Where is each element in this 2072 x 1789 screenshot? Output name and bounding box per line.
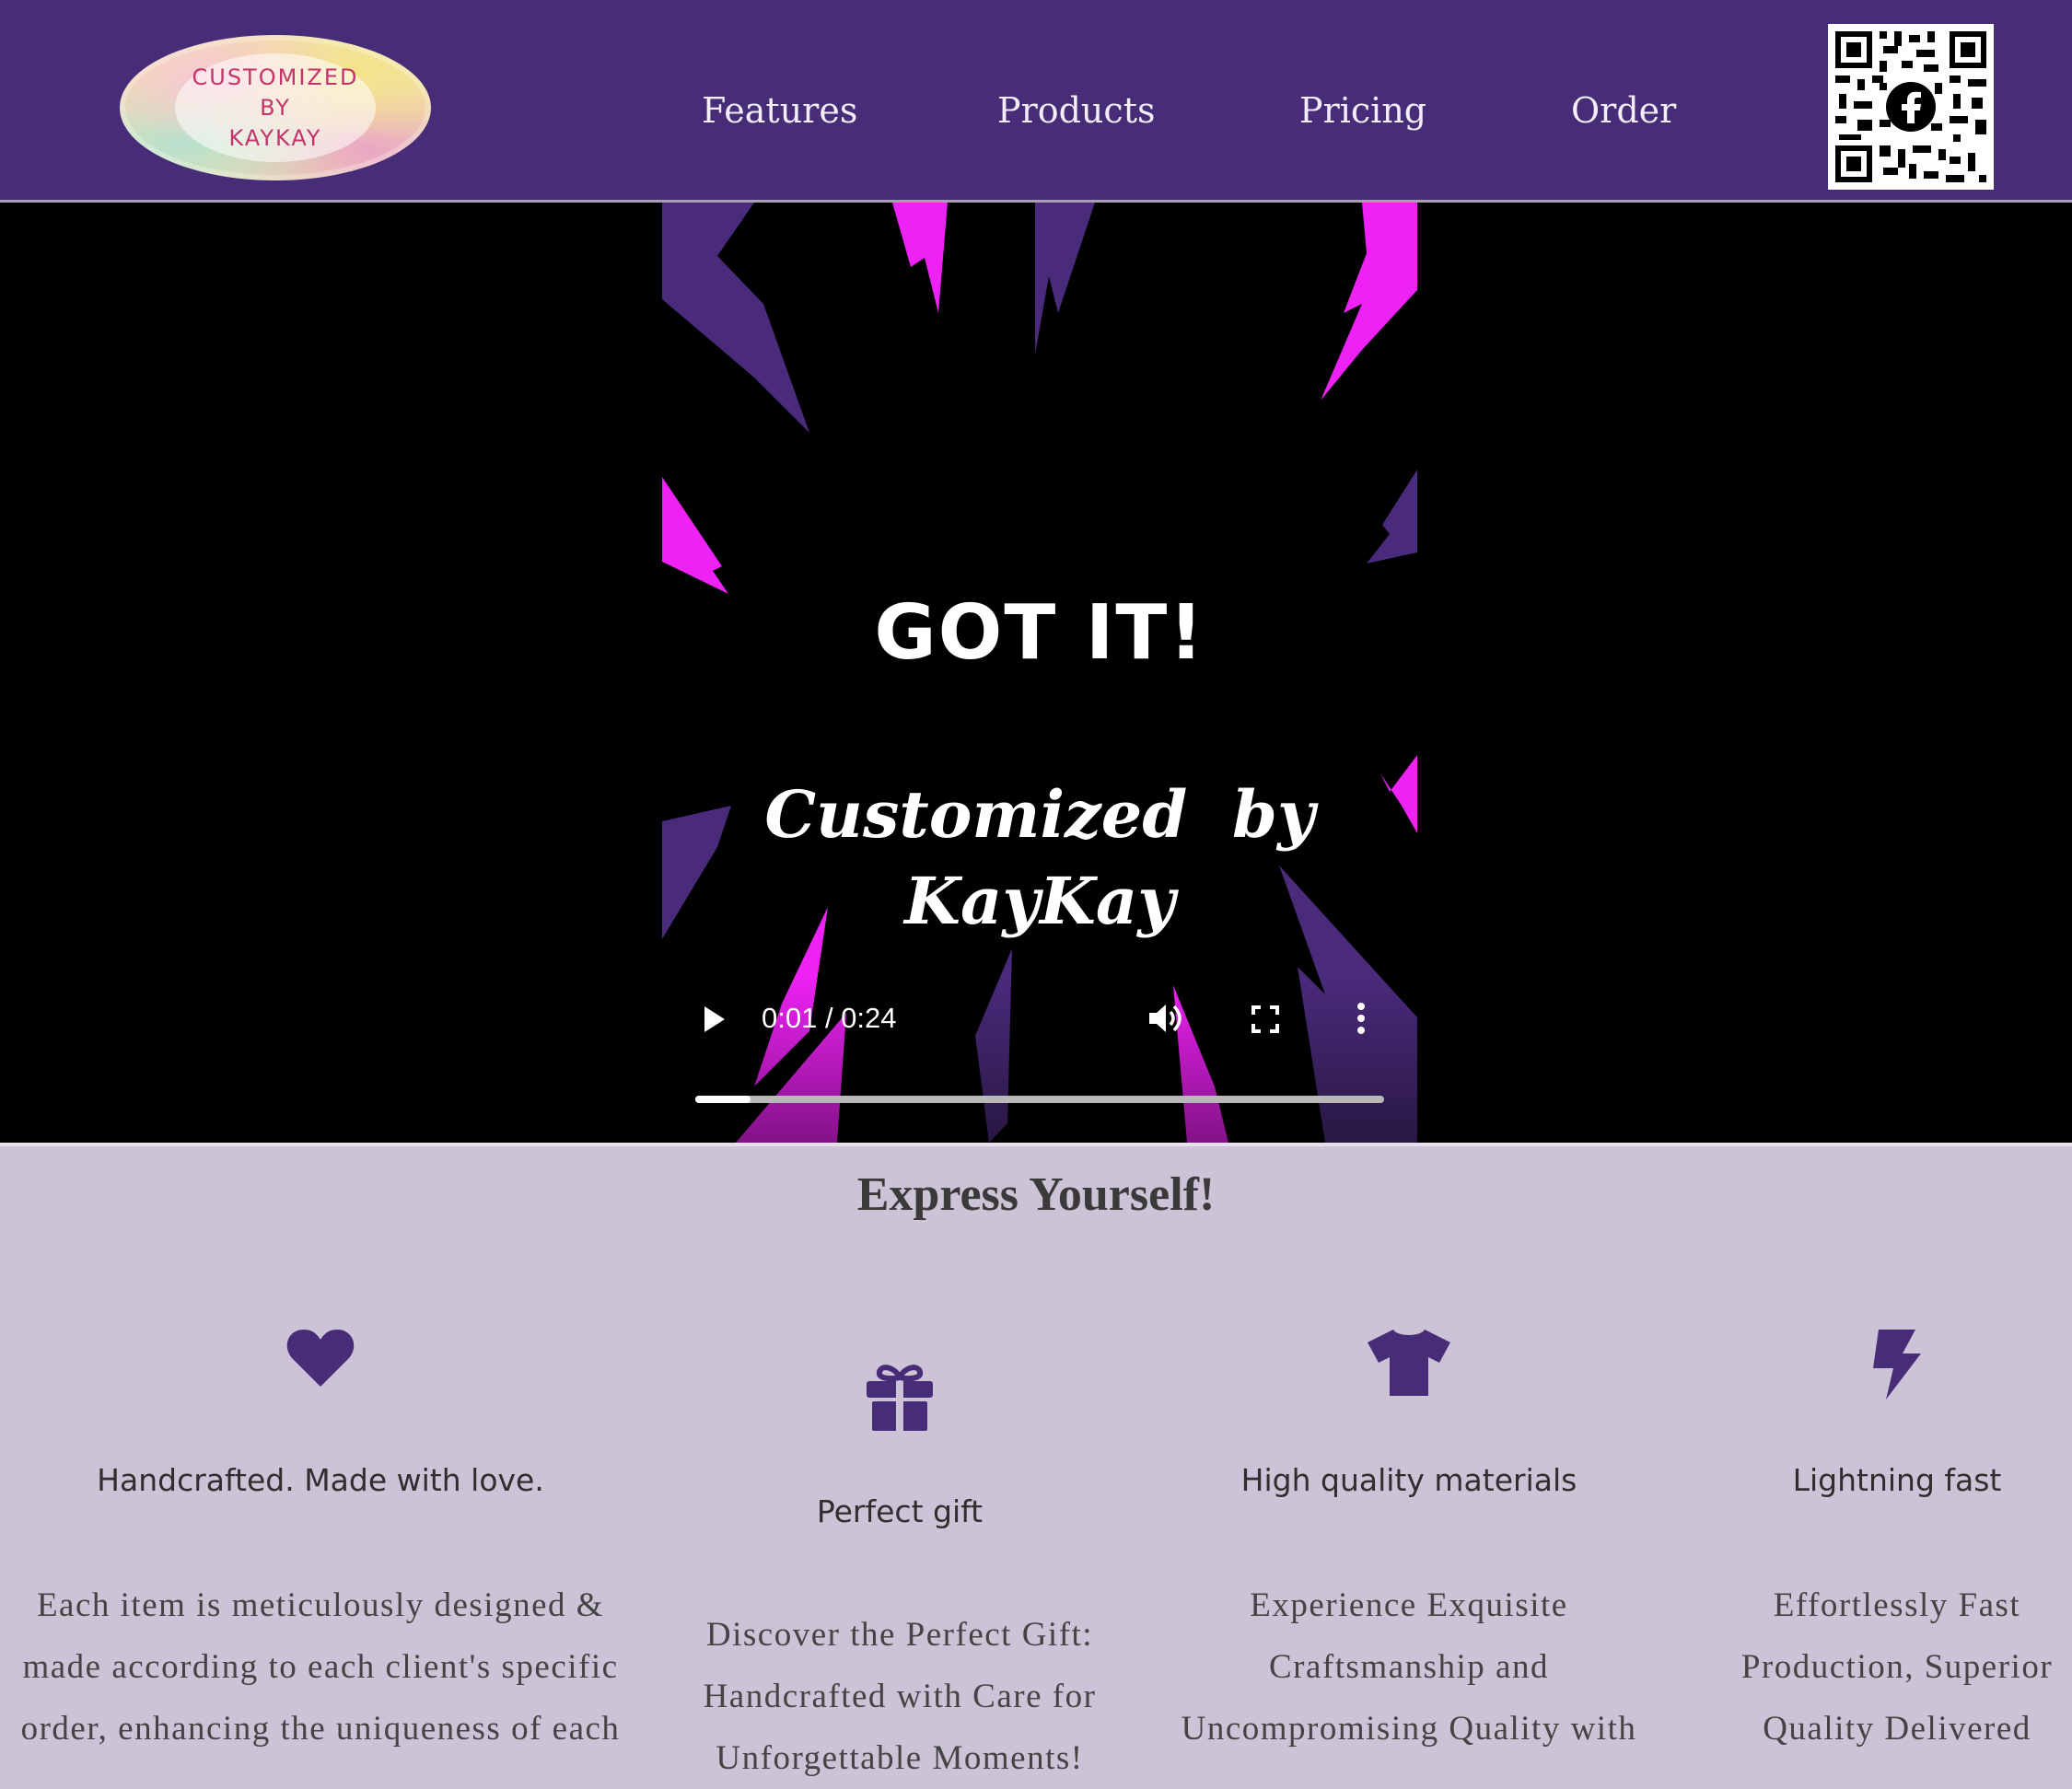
fullscreen-icon[interactable] [1251,1005,1279,1038]
volume-icon[interactable] [1147,1002,1184,1040]
gift-icon [683,1363,1116,1437]
heart-icon [0,1326,641,1393]
feature-heading: Perfect gift [816,1493,984,1529]
feature-materials: High quality materials Experience Exquis… [1170,1328,1648,1748]
logo-text: CUSTOMIZED BY KAYKAY [120,63,431,154]
feature-body: Effortlessly Fast Production, Superior Q… [1740,1586,2054,1748]
video-progress-bar[interactable] [695,1096,1384,1103]
nav-link-products[interactable]: Products [997,90,1155,131]
feature-gift: Perfect gift Discover the Perfect Gift: … [683,1363,1116,1777]
feature-body: Each item is meticulously designed & mad… [20,1586,621,1748]
video-brand-line-2: KayKay [904,863,1175,939]
video-time: 0:01 / 0:24 [762,1002,897,1034]
video-controls: 0:01 / 0:24 [662,976,1417,1143]
tshirt-icon [1170,1328,1648,1402]
nav-link-pricing[interactable]: Pricing [1299,90,1426,131]
video-title: GOT IT! [874,589,1205,677]
promo-video-player[interactable]: GOT IT! Customized by KayKay 0:01 / 0:24 [662,203,1417,1143]
feature-fast: Lightning fast Effortlessly Fast Product… [1722,1330,2072,1748]
video-progress-fill [695,1096,751,1103]
nav-link-order[interactable]: Order [1571,90,1676,131]
features-title: Express Yourself! [856,1168,1216,1221]
site-header: CUSTOMIZED BY KAYKAY Features Products P… [0,0,2072,203]
feature-handcrafted: Handcrafted. Made with love. Each item i… [0,1326,641,1748]
video-section: GOT IT! Customized by KayKay 0:01 / 0:24 [0,203,2072,1146]
feature-heading: Handcrafted. Made with love. [97,1462,544,1498]
video-brand-line-1: Customized by [764,776,1315,853]
qr-code-facebook-icon[interactable] [1828,24,1994,190]
logo-line-2: BY [260,95,291,121]
video-brand-text: Customized by KayKay [662,772,1417,945]
more-options-icon[interactable] [1356,1002,1366,1040]
play-icon[interactable] [701,1004,728,1040]
logo-line-3: KAYKAY [228,125,322,151]
nav-link-features[interactable]: Features [702,90,857,131]
brand-logo[interactable]: CUSTOMIZED BY KAYKAY [120,35,431,180]
feature-heading: Lightning fast [1792,1462,2002,1498]
feature-body: Experience Exquisite Craftsmanship and U… [1181,1586,1637,1748]
bolt-icon [1722,1330,2072,1404]
logo-line-1: CUSTOMIZED [192,64,359,90]
feature-heading: High quality materials [1240,1462,1577,1498]
feature-body: Discover the Perfect Gift: Handcrafted w… [703,1616,1097,1777]
